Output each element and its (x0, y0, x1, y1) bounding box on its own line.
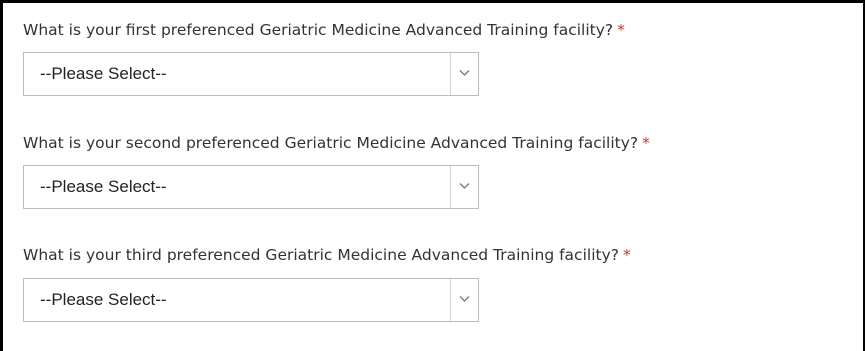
required-marker: * (642, 134, 650, 152)
facility-3-select[interactable]: --Please Select-- (23, 278, 479, 322)
question-2-label: What is your second preferenced Geriatri… (23, 133, 650, 153)
required-marker: * (622, 246, 631, 264)
facility-2-select-value: --Please Select-- (40, 177, 167, 196)
question-1-label: What is your first preferenced Geriatric… (23, 20, 625, 40)
facility-3-select-value: --Please Select-- (40, 290, 167, 309)
question-1-text: What is your first preferenced Geriatric… (23, 21, 614, 39)
chevron-down-icon[interactable] (450, 166, 478, 208)
chevron-down-icon[interactable] (450, 53, 478, 95)
required-marker: * (617, 21, 625, 39)
question-3-label: What is your third preferenced Geriatric… (23, 245, 631, 265)
facility-2-select[interactable]: --Please Select-- (23, 165, 479, 209)
facility-1-select[interactable]: --Please Select-- (23, 52, 479, 96)
chevron-down-icon[interactable] (450, 279, 478, 321)
question-2-text: What is your second preferenced Geriatri… (23, 134, 639, 152)
facility-1-select-value: --Please Select-- (40, 64, 167, 83)
question-3-text: What is your third preferenced Geriatric… (23, 246, 619, 264)
